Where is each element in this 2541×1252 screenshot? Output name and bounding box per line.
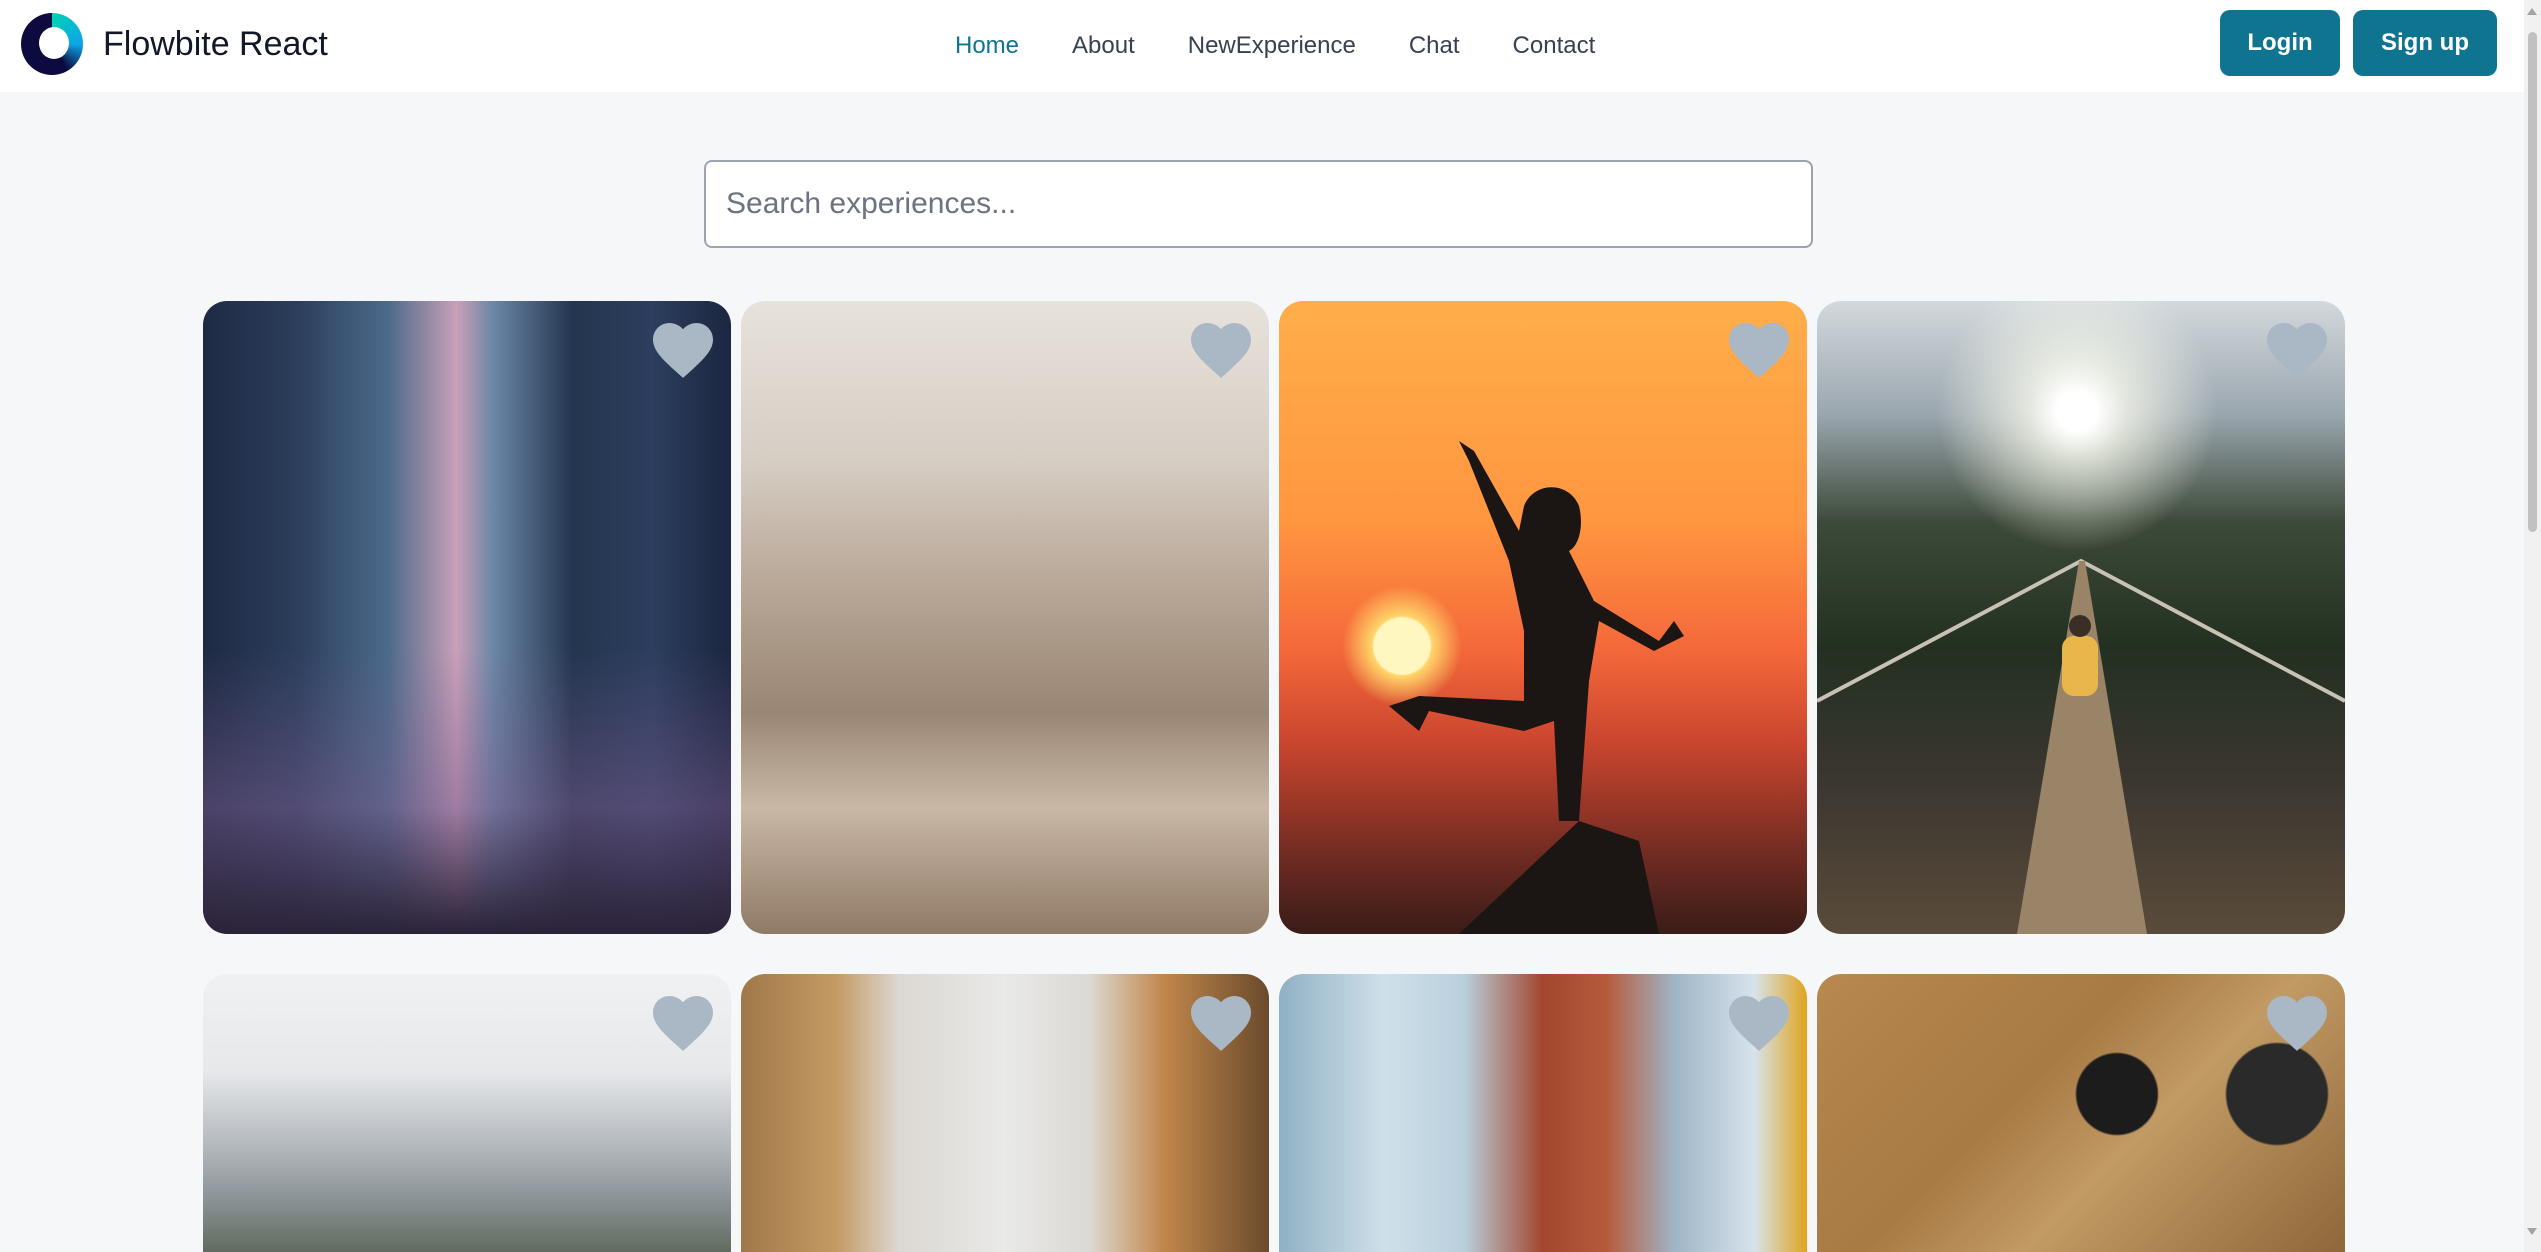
nav-link-contact[interactable]: Contact	[1513, 32, 1596, 60]
experience-card[interactable]	[1279, 974, 1807, 1252]
experience-card[interactable]	[1279, 301, 1807, 934]
scroll-up-arrow-icon[interactable]	[2527, 8, 2537, 15]
brand-link[interactable]: Flowbite React	[21, 13, 328, 75]
silhouette-figure	[1389, 441, 1684, 934]
experience-card[interactable]	[203, 974, 731, 1252]
nav-link-chat[interactable]: Chat	[1409, 32, 1460, 60]
scroll-thumb[interactable]	[2528, 32, 2537, 532]
login-button[interactable]: Login	[2220, 10, 2340, 76]
navbar: Flowbite React Home About NewExperience …	[0, 0, 2524, 92]
scroll-down-arrow-icon[interactable]	[2527, 1228, 2537, 1235]
flowbite-logo-icon	[21, 13, 83, 75]
nav-link-newexperience[interactable]: NewExperience	[1188, 32, 1356, 60]
experience-card[interactable]	[1817, 974, 2345, 1252]
heart-icon[interactable]	[647, 986, 719, 1054]
heart-icon[interactable]	[2261, 313, 2333, 381]
brand-name: Flowbite React	[103, 24, 328, 63]
signup-button[interactable]: Sign up	[2353, 10, 2497, 76]
experience-card[interactable]	[741, 974, 1269, 1252]
suspension-bridge	[1817, 558, 2345, 934]
search-input[interactable]	[704, 160, 1813, 248]
heart-icon[interactable]	[2261, 986, 2333, 1054]
vertical-scrollbar[interactable]	[2524, 0, 2541, 1252]
heart-icon[interactable]	[1185, 313, 1257, 381]
heart-icon[interactable]	[1723, 986, 1795, 1054]
nav-link-about[interactable]: About	[1072, 32, 1135, 60]
heart-icon[interactable]	[647, 313, 719, 381]
nav-links: Home About NewExperience Chat Contact	[955, 0, 1595, 92]
heart-icon[interactable]	[1185, 986, 1257, 1054]
experience-card[interactable]	[741, 301, 1269, 934]
experience-card[interactable]	[203, 301, 731, 934]
heart-icon[interactable]	[1723, 313, 1795, 381]
nav-link-home[interactable]: Home	[955, 32, 1019, 60]
experience-card[interactable]	[1817, 301, 2345, 934]
